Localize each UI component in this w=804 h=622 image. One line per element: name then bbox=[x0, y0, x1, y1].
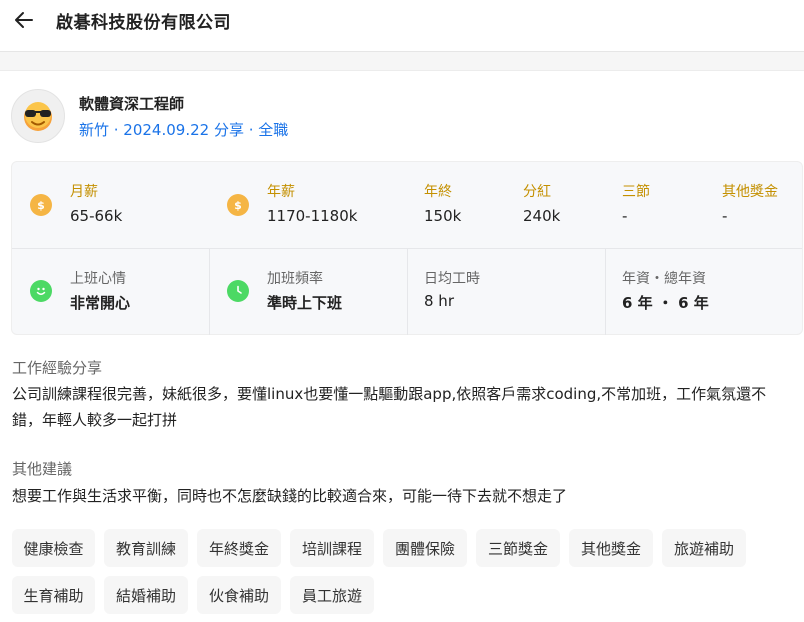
dollar-icon: $ bbox=[227, 194, 249, 216]
other-bonus-value: - bbox=[722, 207, 728, 225]
year-end-bonus-label: 年終 bbox=[424, 184, 452, 200]
year-end-bonus-value: 150k bbox=[424, 207, 462, 225]
clock-icon bbox=[227, 280, 249, 302]
seniority-label: 年資・總年資 bbox=[622, 271, 706, 287]
mood-label: 上班心情 bbox=[70, 271, 126, 287]
advice-text: 想要工作與生活求平衡，同時也不怎麼缺錢的比較適合來，可能一待下去就不想走了 bbox=[12, 487, 568, 505]
divider bbox=[605, 249, 606, 335]
annual-salary-label: 年薪 bbox=[267, 184, 295, 200]
top-bar: 啟碁科技股份有限公司 bbox=[0, 0, 804, 52]
dollar-icon: $ bbox=[30, 194, 52, 216]
svg-text:$: $ bbox=[234, 199, 242, 212]
smile-icon bbox=[30, 280, 52, 302]
benefit-tag[interactable]: 培訓課程 bbox=[290, 529, 374, 567]
other-bonus-label: 其他獎金 bbox=[722, 184, 778, 200]
mood-value: 非常開心 bbox=[70, 294, 131, 312]
monthly-salary-value: 65-66k bbox=[70, 207, 123, 225]
sunglasses-face-icon bbox=[24, 102, 52, 131]
back-arrow-icon[interactable] bbox=[12, 8, 36, 32]
monthly-salary-label: 月薪 bbox=[70, 184, 98, 200]
festival-bonus-value: - bbox=[622, 207, 628, 225]
avatar bbox=[11, 89, 65, 143]
benefit-tag[interactable]: 旅遊補助 bbox=[662, 529, 746, 567]
annual-salary-value: 1170-1180k bbox=[267, 207, 358, 225]
benefit-tag[interactable]: 結婚補助 bbox=[104, 576, 188, 614]
benefit-tag[interactable]: 伙食補助 bbox=[197, 576, 281, 614]
benefit-tag[interactable]: 健康檢查 bbox=[12, 529, 95, 567]
experience-title: 工作經驗分享 bbox=[12, 359, 103, 377]
divider bbox=[209, 249, 210, 335]
benefit-tag[interactable]: 員工旅遊 bbox=[290, 576, 374, 614]
svg-text:$: $ bbox=[37, 199, 45, 212]
overtime-label: 加班頻率 bbox=[267, 271, 323, 287]
dividend-label: 分紅 bbox=[523, 184, 551, 200]
divider bbox=[407, 249, 408, 335]
overtime-value: 準時上下班 bbox=[267, 294, 343, 312]
benefit-tag[interactable]: 生育補助 bbox=[12, 576, 95, 614]
festival-bonus-label: 三節 bbox=[622, 184, 650, 200]
review-card: 軟體資深工程師 新竹 · 2024.09.22 分享 · 全職 $ 月薪 65-… bbox=[0, 70, 804, 622]
dividend-value: 240k bbox=[523, 207, 561, 225]
daily-hours-value: 8 hr bbox=[424, 292, 454, 310]
benefit-tag[interactable]: 其他獎金 bbox=[569, 529, 653, 567]
section-gap bbox=[0, 52, 804, 70]
benefit-tag[interactable]: 三節獎金 bbox=[476, 529, 560, 567]
seniority-value: 6 年 ・ 6 年 bbox=[622, 294, 709, 312]
stats-panel: $ 月薪 65-66k $ 年薪 1170-1180k 年終 150k 分紅 2… bbox=[11, 161, 803, 335]
advice-title: 其他建議 bbox=[12, 460, 73, 478]
experience-text: 公司訓練課程很完善，妹紙很多，要懂linux也要懂一點驅動跟app,依照客戶需求… bbox=[12, 385, 767, 429]
benefit-tag[interactable]: 團體保險 bbox=[383, 529, 467, 567]
job-title: 軟體資深工程師 bbox=[79, 95, 185, 113]
company-name[interactable]: 啟碁科技股份有限公司 bbox=[56, 8, 231, 33]
benefit-tag[interactable]: 年終獎金 bbox=[197, 529, 281, 567]
daily-hours-label: 日均工時 bbox=[424, 271, 480, 287]
post-meta[interactable]: 新竹 · 2024.09.22 分享 · 全職 bbox=[79, 119, 288, 140]
benefit-tag[interactable]: 教育訓練 bbox=[104, 529, 188, 567]
